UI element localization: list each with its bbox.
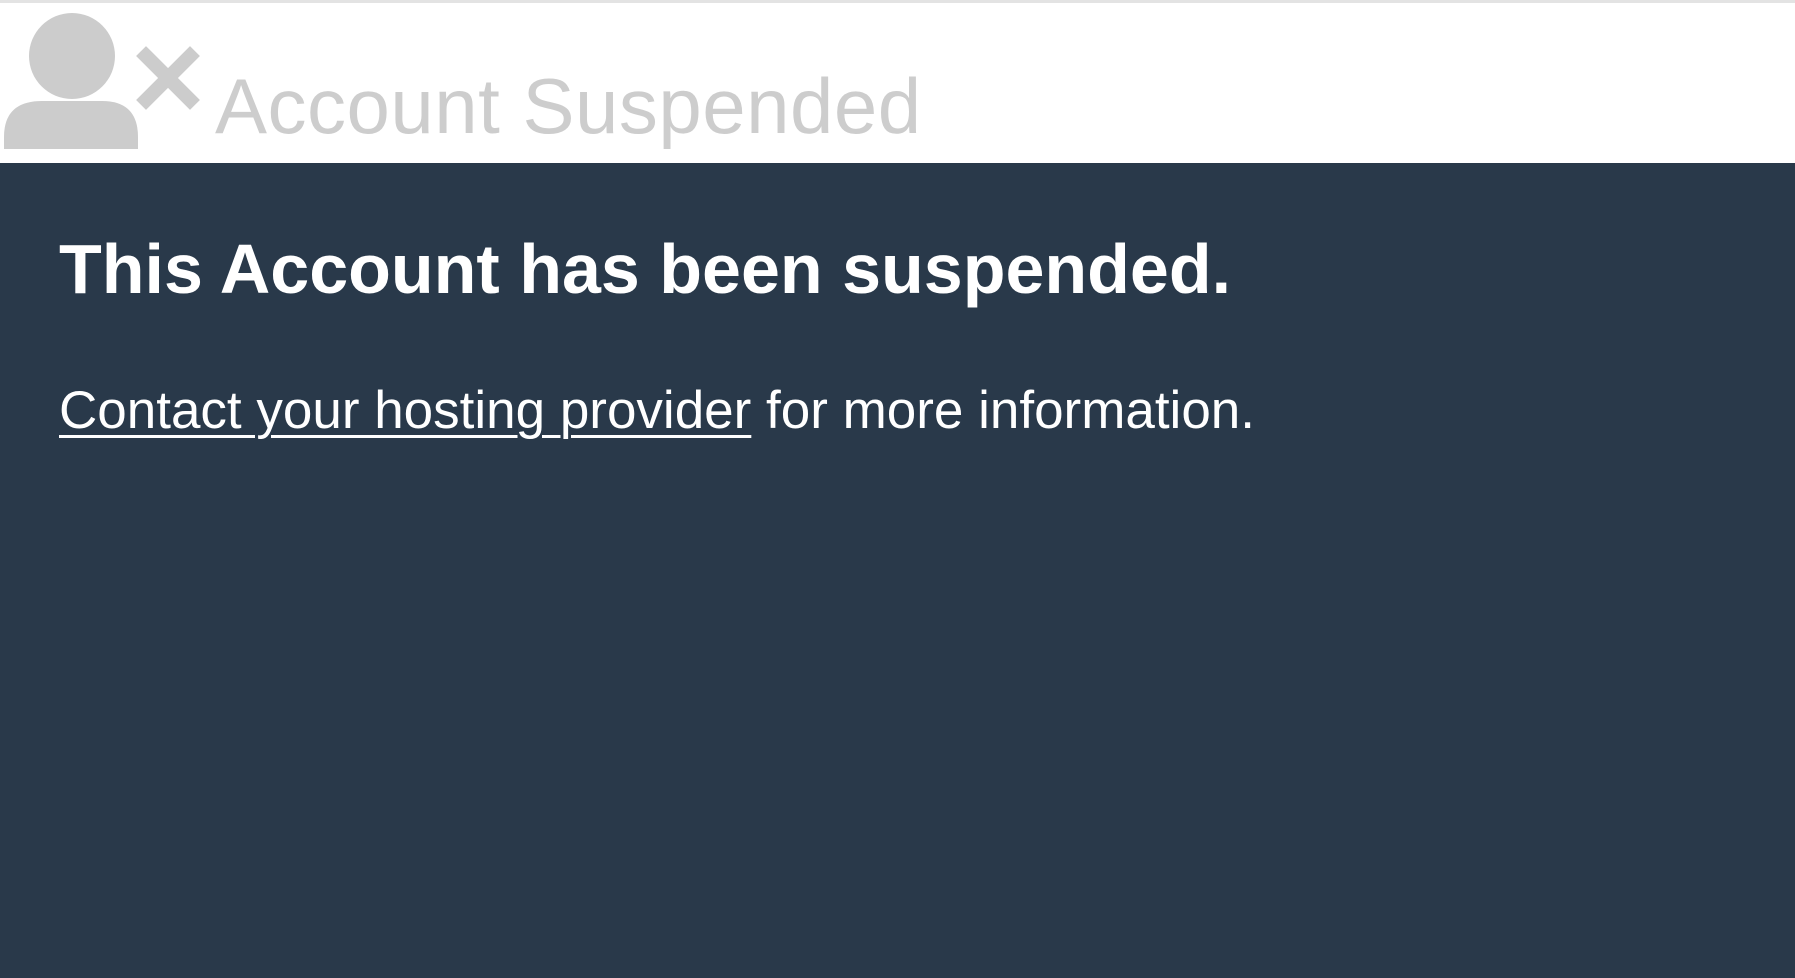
main-content: This Account has been suspended. Contact… xyxy=(0,163,1795,978)
page-header: Account Suspended xyxy=(0,3,1795,163)
contact-hosting-provider-link[interactable]: Contact your hosting provider xyxy=(59,381,751,440)
user-suspended-icon xyxy=(4,13,200,149)
page-title: Account Suspended xyxy=(215,62,922,150)
contact-message: Contact your hosting provider for more i… xyxy=(59,379,1255,443)
contact-message-suffix: for more information. xyxy=(751,381,1255,440)
suspension-heading: This Account has been suspended. xyxy=(59,230,1232,308)
